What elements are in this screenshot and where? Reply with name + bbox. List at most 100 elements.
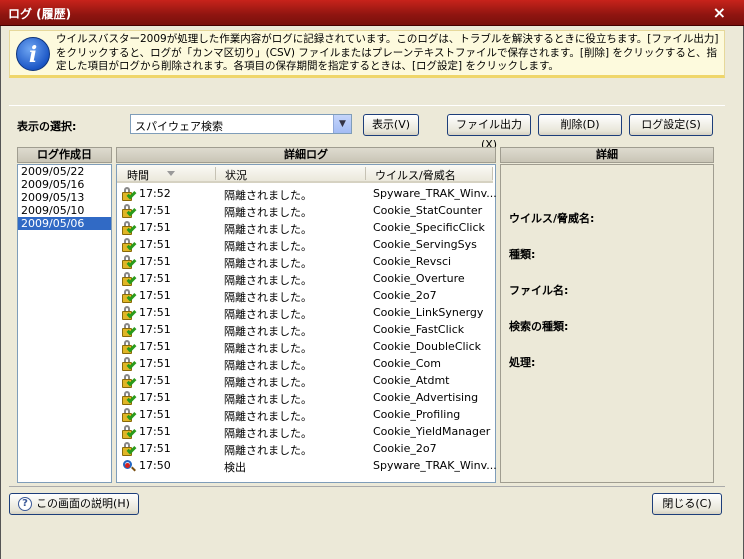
log-threat: Cookie_2o7 <box>373 289 437 302</box>
log-time: 17:51 <box>139 272 171 285</box>
table-row[interactable]: 17:51 隔離されました。 Cookie_StatCounter <box>117 202 493 219</box>
quarantine-icon <box>121 221 137 236</box>
table-row[interactable]: 17:51 隔離されました。 Cookie_Profiling <box>117 406 493 423</box>
log-time: 17:51 <box>139 374 171 387</box>
help-icon: ? <box>18 497 33 511</box>
date-list[interactable]: 2009/05/22 2009/05/16 2009/05/13 2009/05/10… <box>17 164 112 483</box>
log-threat: Cookie_Profiling <box>373 408 461 421</box>
log-status: 隔離されました。 <box>224 308 312 321</box>
table-row[interactable]: 17:51 隔離されました。 Cookie_2o7 <box>117 287 493 304</box>
table-row[interactable]: 17:51 隔離されました。 Cookie_Advertising <box>117 389 493 406</box>
view-dropdown[interactable]: スパイウェア検索 ▼ <box>130 114 352 134</box>
log-status: 隔離されました。 <box>224 206 312 219</box>
log-status: 隔離されました。 <box>224 376 312 389</box>
column-threat[interactable]: ウイルス/脅威名 <box>375 167 456 183</box>
detail-label: 検索の種類: <box>509 320 569 333</box>
title-bar: ログ (履歴) × <box>0 0 744 26</box>
date-item[interactable]: 2009/05/06 <box>18 217 111 230</box>
log-time: 17:51 <box>139 425 171 438</box>
log-status: 隔離されました。 <box>224 274 312 287</box>
quarantine-icon <box>121 408 137 423</box>
log-status: 隔離されました。 <box>224 291 312 304</box>
log-status: 隔離されました。 <box>224 359 312 372</box>
log-status: 隔離されました。 <box>224 223 312 236</box>
quarantine-icon <box>121 391 137 406</box>
info-text: ウイルスバスター2009が処理した作業内容がログに記録されています。このログは、… <box>56 33 719 72</box>
log-status: 隔離されました。 <box>224 410 312 423</box>
table-row[interactable]: 17:52 隔離されました。 Spyware_TRAK_Winv... <box>117 185 497 202</box>
info-icon: i <box>16 37 50 71</box>
log-threat: Spyware_TRAK_Winv... <box>373 187 497 200</box>
log-time: 17:51 <box>139 340 171 353</box>
log-panel-header: 詳細ログ <box>116 147 496 163</box>
log-window: i ウイルスバスター2009が処理した作業内容がログに記録されています。このログ… <box>0 26 744 559</box>
detail-label: ファイル名: <box>509 284 569 297</box>
log-threat: Cookie_StatCounter <box>373 204 483 217</box>
table-row[interactable]: 17:51 隔離されました。 Cookie_Overture <box>117 270 493 287</box>
column-divider[interactable] <box>492 167 493 180</box>
log-time: 17:51 <box>139 238 171 251</box>
log-threat: Cookie_Overture <box>373 272 465 285</box>
log-threat: Cookie_LinkSynergy <box>373 306 484 319</box>
show-button[interactable]: 表示(V) <box>363 114 419 136</box>
log-time: 17:51 <box>139 255 171 268</box>
table-row[interactable]: 17:51 隔離されました。 Cookie_LinkSynergy <box>117 304 493 321</box>
table-row[interactable]: 17:51 隔離されました。 Cookie_2o7 <box>117 440 493 457</box>
log-time: 17:51 <box>139 408 171 421</box>
log-status: 隔離されました。 <box>224 444 312 457</box>
column-status[interactable]: 状況 <box>225 167 247 183</box>
help-button-label: この画面の説明(H) <box>36 497 130 510</box>
log-time: 17:51 <box>139 289 171 302</box>
log-status: 隔離されました。 <box>224 393 312 406</box>
log-status: 検出 <box>224 461 246 474</box>
table-row[interactable]: 17:51 隔離されました。 Cookie_ServingSys <box>117 236 493 253</box>
log-threat: Cookie_Advertising <box>373 391 479 404</box>
log-status: 隔離されました。 <box>224 240 312 253</box>
quarantine-icon <box>121 289 137 304</box>
table-row[interactable]: 17:51 隔離されました。 Cookie_Atdmt <box>117 372 493 389</box>
table-row[interactable]: 17:51 隔離されました。 Cookie_DoubleClick <box>117 338 493 355</box>
close-button[interactable]: 閉じる(C) <box>652 493 722 515</box>
log-time: 17:51 <box>139 391 171 404</box>
sort-desc-icon[interactable] <box>167 171 175 176</box>
column-time[interactable]: 時間 <box>127 167 149 183</box>
close-icon[interactable]: × <box>713 3 726 22</box>
view-select-label: 表示の選択: <box>17 120 77 133</box>
table-row[interactable]: 17:51 隔離されました。 Cookie_SpecificClick <box>117 219 493 236</box>
detection-icon <box>121 459 137 474</box>
quarantine-icon <box>121 204 137 219</box>
help-button[interactable]: ? この画面の説明(H) <box>9 493 139 515</box>
quarantine-icon <box>121 306 137 321</box>
log-time: 17:51 <box>139 204 171 217</box>
export-button[interactable]: ファイル出力(X) <box>447 114 531 151</box>
delete-button[interactable]: 削除(D) <box>538 114 622 136</box>
table-row[interactable]: 17:51 隔離されました。 Cookie_Com <box>117 355 493 372</box>
table-row[interactable]: 17:50 検出 Spyware_TRAK_Winv... <box>117 457 497 474</box>
log-time: 17:51 <box>139 357 171 370</box>
log-status: 隔離されました。 <box>224 189 312 202</box>
column-divider[interactable] <box>365 167 366 180</box>
log-threat: Cookie_Atdmt <box>373 374 450 387</box>
log-time: 17:51 <box>139 323 171 336</box>
date-item[interactable]: 2009/05/22 <box>18 165 111 178</box>
detail-label: 種類: <box>509 248 536 261</box>
log-threat: Cookie_Revsci <box>373 255 452 268</box>
divider <box>9 486 725 487</box>
date-item[interactable]: 2009/05/13 <box>18 191 111 204</box>
detail-label: 処理: <box>509 356 536 369</box>
column-divider[interactable] <box>215 167 216 180</box>
table-row[interactable]: 17:51 隔離されました。 Cookie_YieldManager <box>117 423 493 440</box>
table-row[interactable]: 17:51 隔離されました。 Cookie_FastClick <box>117 321 493 338</box>
log-time: 17:50 <box>139 459 171 472</box>
date-item[interactable]: 2009/05/16 <box>18 178 111 191</box>
date-panel-header: ログ作成日 <box>17 147 112 163</box>
detail-panel-header: 詳細 <box>500 147 714 163</box>
date-item[interactable]: 2009/05/10 <box>18 204 111 217</box>
table-row[interactable]: 17:51 隔離されました。 Cookie_Revsci <box>117 253 493 270</box>
log-time: 17:51 <box>139 442 171 455</box>
log-threat: Cookie_YieldManager <box>373 425 491 438</box>
log-threat: Cookie_Com <box>373 357 441 370</box>
chevron-down-icon[interactable]: ▼ <box>333 115 351 133</box>
log-time: 17:51 <box>139 221 171 234</box>
log-settings-button[interactable]: ログ設定(S) <box>629 114 713 136</box>
